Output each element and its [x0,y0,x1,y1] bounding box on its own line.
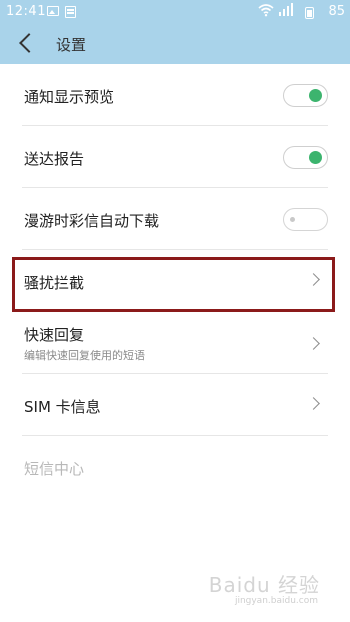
chevron-left-icon[interactable] [19,33,39,53]
watermark-url: jingyan.baidu.com [234,596,318,606]
app-bar: 设置 [0,26,350,64]
notification-preview-toggle[interactable] [283,84,328,107]
delivery-report-toggle[interactable] [283,146,328,169]
setting-sim-info[interactable]: SIM 卡信息 [0,374,350,436]
wifi-icon [258,4,274,17]
setting-delivery-report[interactable]: 送达报告 [0,126,350,188]
setting-notification-preview[interactable]: 通知显示预览 [0,64,350,126]
chevron-right-icon [307,397,320,410]
setting-label: 快速回复 [24,326,85,344]
page-title: 设置 [56,36,87,54]
setting-label: 漫游时彩信自动下载 [24,212,160,230]
document-icon [65,6,76,18]
toggle-knob [309,89,322,102]
setting-label: 短信中心 [24,460,85,478]
setting-label: 通知显示预览 [24,88,115,106]
image-icon [47,6,59,16]
setting-sms-center: 短信中心 [0,436,350,498]
status-bar: 12:41 85 [0,0,350,26]
signal-icon [279,3,293,16]
setting-label: 送达报告 [24,150,85,168]
highlight-box [12,257,335,312]
roaming-mms-toggle[interactable] [283,208,328,231]
chevron-right-icon [307,337,320,350]
setting-roaming-mms-download[interactable]: 漫游时彩信自动下载 [0,188,350,250]
setting-label: SIM 卡信息 [24,398,101,416]
toggle-knob [290,217,295,222]
battery-icon [305,7,314,19]
battery-level: 85 [328,4,345,19]
watermark-logo: Baidu 经验 [208,573,320,597]
setting-subtitle: 编辑快速回复使用的短语 [24,349,145,362]
toggle-knob [309,151,322,164]
setting-quick-reply[interactable]: 快速回复 编辑快速回复使用的短语 [0,312,350,374]
status-time: 12:41 [6,4,46,19]
